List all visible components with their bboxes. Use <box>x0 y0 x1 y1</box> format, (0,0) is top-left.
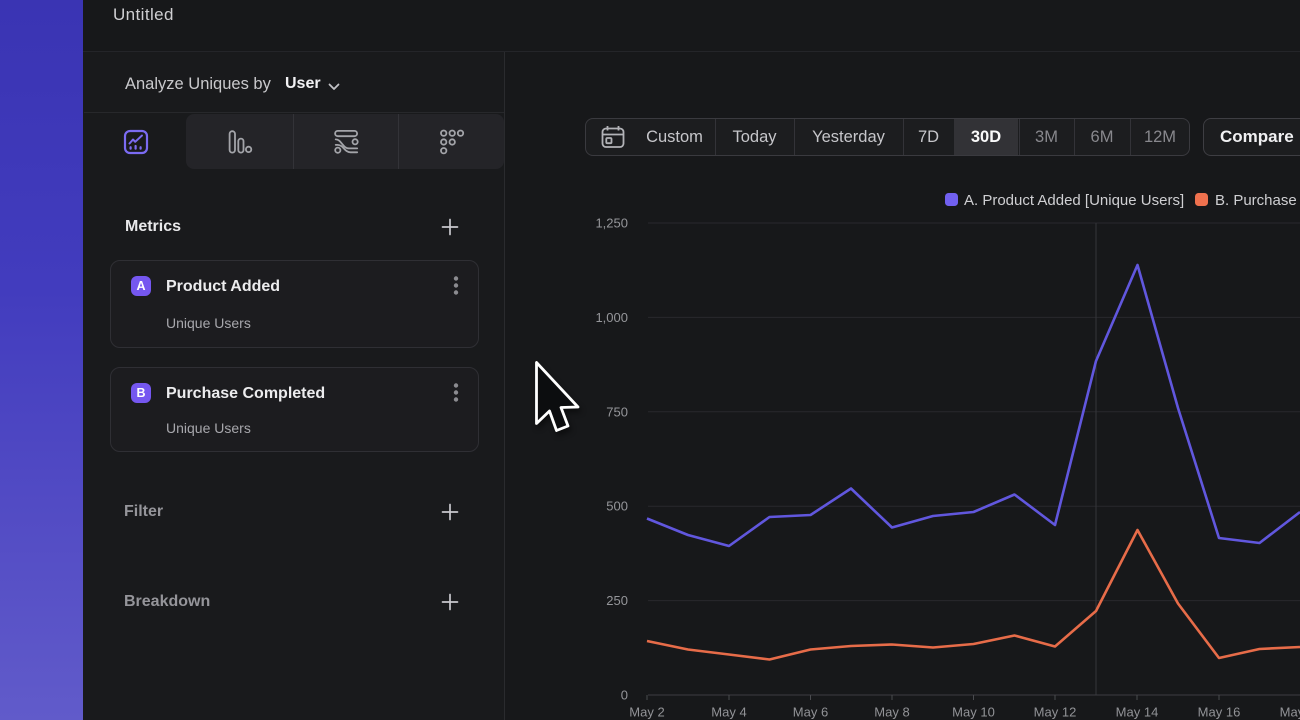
svg-text:1,000: 1,000 <box>595 310 628 325</box>
svg-text:May 10: May 10 <box>952 705 995 720</box>
svg-text:May 14: May 14 <box>1116 705 1159 720</box>
svg-text:250: 250 <box>606 593 628 608</box>
svg-text:500: 500 <box>606 499 628 514</box>
svg-text:May 2: May 2 <box>629 705 664 720</box>
svg-text:750: 750 <box>606 404 628 419</box>
svg-text:0: 0 <box>621 688 628 703</box>
svg-text:May 4: May 4 <box>711 705 746 720</box>
svg-text:May 6: May 6 <box>793 705 828 720</box>
svg-text:May 12: May 12 <box>1034 705 1077 720</box>
svg-text:May 8: May 8 <box>874 705 909 720</box>
svg-text:May 18: May 18 <box>1280 705 1300 720</box>
svg-text:1,250: 1,250 <box>595 216 628 231</box>
svg-text:May 16: May 16 <box>1198 705 1241 720</box>
